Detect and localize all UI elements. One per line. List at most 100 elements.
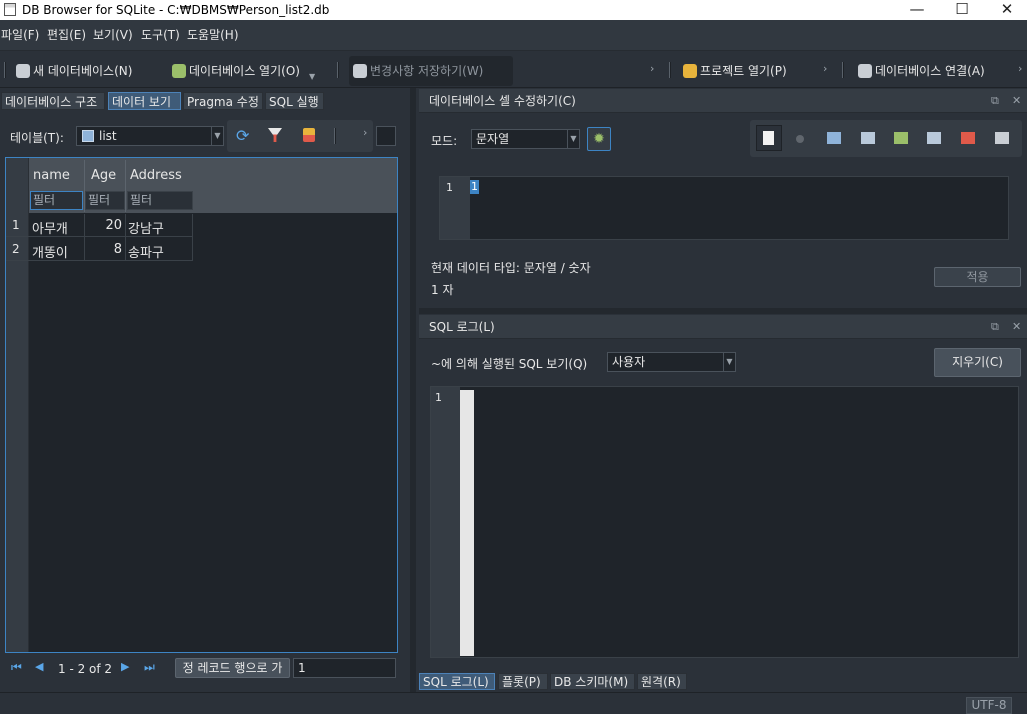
refresh-icon[interactable]: ⟳ [236,126,249,145]
auto-format-icon[interactable]: ✹ [587,127,611,151]
tab-browse-data[interactable]: 데이터 보기 [108,92,181,110]
word-wrap-icon[interactable] [796,135,804,143]
log-line-number: 1 [435,391,442,404]
window-title: DB Browser for SQLite - C:₩DBMS₩Person_l… [22,3,330,17]
clear-log-button[interactable]: 지우기(C) [934,348,1021,377]
apply-button[interactable]: 적용 [934,267,1021,287]
set-null-icon[interactable] [961,132,975,144]
import-image-icon[interactable] [894,132,908,144]
import-icon[interactable] [827,132,841,144]
close-dock-icon[interactable]: ✕ [1012,94,1021,107]
close-dock-icon[interactable]: ✕ [1012,320,1021,333]
open-database-icon [172,64,186,78]
goto-record-button[interactable]: 정 레코드 행으로 가 [175,658,290,678]
tab-execute-sql[interactable]: SQL 실행 [265,92,324,110]
text-mode-icon[interactable] [763,131,774,145]
edit-cell-toolbar [750,120,1022,157]
last-record-icon[interactable]: ⏭ [144,660,155,675]
editor-content[interactable]: 1 [470,180,479,194]
chevron-right-icon[interactable]: › [363,126,367,139]
mode-label: 모드: [431,134,458,148]
column-divider [125,214,126,261]
chevron-right-icon[interactable]: › [1018,62,1022,75]
menu-file[interactable]: 파일(F) [1,20,39,50]
goto-record-input[interactable]: 1 [293,658,396,678]
data-grid[interactable]: name Age Address 필터 필터 필터 1 아무개 20 강남구 2… [5,157,398,653]
sql-log-dock-title: SQL 로그(L) ⧉ ✕ [419,315,1027,339]
open-database-button[interactable]: 데이터베이스 열기(O) ▼ [172,60,315,82]
toolbar-separator [4,62,6,78]
export-image-icon[interactable] [927,132,941,144]
menu-help[interactable]: 도움말(H) [187,20,239,50]
data-type-info: 현재 데이터 타입: 문자열 / 숫자 [431,261,591,275]
column-divider [192,214,193,261]
next-record-icon[interactable]: ▶ [121,660,129,673]
sort-icon[interactable] [303,128,315,142]
float-dock-icon[interactable]: ⧉ [991,94,999,108]
print-icon[interactable] [995,132,1009,144]
record-count: 1 - 2 of 2 [58,662,113,676]
menu-bar: 파일(F) 편집(E) 보기(V) 도구(T) 도움말(H) [0,20,1027,50]
filter-age-input[interactable]: 필터 [85,191,125,210]
dropdown-arrow-icon: ▼ [567,130,579,148]
submitted-by-select[interactable]: 사용자 ▼ [607,352,736,372]
toolbar-separator [842,62,844,78]
previous-record-icon[interactable]: ◀ [35,660,43,673]
open-project-icon [683,64,697,78]
app-icon [4,3,16,16]
tab-plot[interactable]: 플롯(P) [498,673,548,690]
tab-remote[interactable]: 원격(R) [637,673,687,690]
sql-log-viewer[interactable]: 1 [430,386,1019,658]
toolbar-separator [337,62,339,78]
minimize-button[interactable]: — [894,0,940,20]
write-changes-button[interactable]: 변경사항 저장하기(W) [349,56,513,86]
close-button[interactable]: ✕ [984,0,1027,20]
attach-database-icon [858,64,872,78]
title-bar: DB Browser for SQLite - C:₩DBMS₩Person_l… [0,0,1027,20]
table-label: 테이블(T): [10,131,64,145]
tab-db-schema[interactable]: DB 스키마(M) [550,673,635,690]
menu-edit[interactable]: 편집(E) [47,20,86,50]
table-select[interactable]: list ▼ [76,126,224,146]
write-changes-icon [353,64,367,78]
panel-splitter[interactable] [410,88,416,692]
column-divider [125,160,126,212]
export-icon[interactable] [861,132,875,144]
editor-line-number: 1 [446,181,453,194]
dropdown-arrow-icon: ▼ [211,127,223,145]
open-project-button[interactable]: 프로젝트 열기(P) [683,60,787,82]
browse-toolbar: ⟳ › [227,120,373,152]
toolbar-separator [669,62,671,78]
dropdown-arrow-icon[interactable]: ▼ [309,66,315,88]
data-size-info: 1 자 [431,283,454,297]
cell-editor[interactable]: 1 1 [439,176,1009,240]
table-row[interactable]: 2 개똥이 8 송파구 [6,238,192,261]
mode-select[interactable]: 문자열 ▼ [471,129,580,149]
menu-view[interactable]: 보기(V) [93,20,133,50]
attach-database-button[interactable]: 데이터베이스 연결(A) [858,60,985,82]
filter-input-small[interactable] [376,126,396,146]
tab-database-structure[interactable]: 데이터베이스 구조 [1,92,105,110]
maximize-button[interactable]: ☐ [939,0,985,20]
clear-filters-icon[interactable] [268,128,282,142]
dock-splitter[interactable] [419,308,1027,314]
editor-gutter [440,177,470,239]
edit-cell-dock-title: 데이터베이스 셀 수정하기(C) ⧉ ✕ [419,89,1027,113]
filter-name-input[interactable]: 필터 [30,191,83,210]
column-header-address[interactable]: Address [130,168,196,183]
new-database-icon [16,64,30,78]
menu-tools[interactable]: 도구(T) [141,20,180,50]
log-text-area[interactable] [460,390,474,656]
chevron-right-icon[interactable]: › [823,62,827,75]
encoding-indicator: UTF-8 [966,697,1012,714]
new-database-button[interactable]: 새 데이터베이스(N) [16,60,132,82]
table-row[interactable]: 1 아무개 20 강남구 [6,214,192,237]
filter-address-input[interactable]: 필터 [127,191,193,210]
chevron-right-icon[interactable]: › [650,62,654,75]
column-header-name[interactable]: name [33,168,83,183]
first-record-icon[interactable]: ⏮ [11,660,22,675]
column-divider [84,214,85,261]
float-dock-icon[interactable]: ⧉ [991,320,999,334]
tab-edit-pragmas[interactable]: Pragma 수정 [183,92,263,110]
tab-sql-log[interactable]: SQL 로그(L) [419,673,495,690]
